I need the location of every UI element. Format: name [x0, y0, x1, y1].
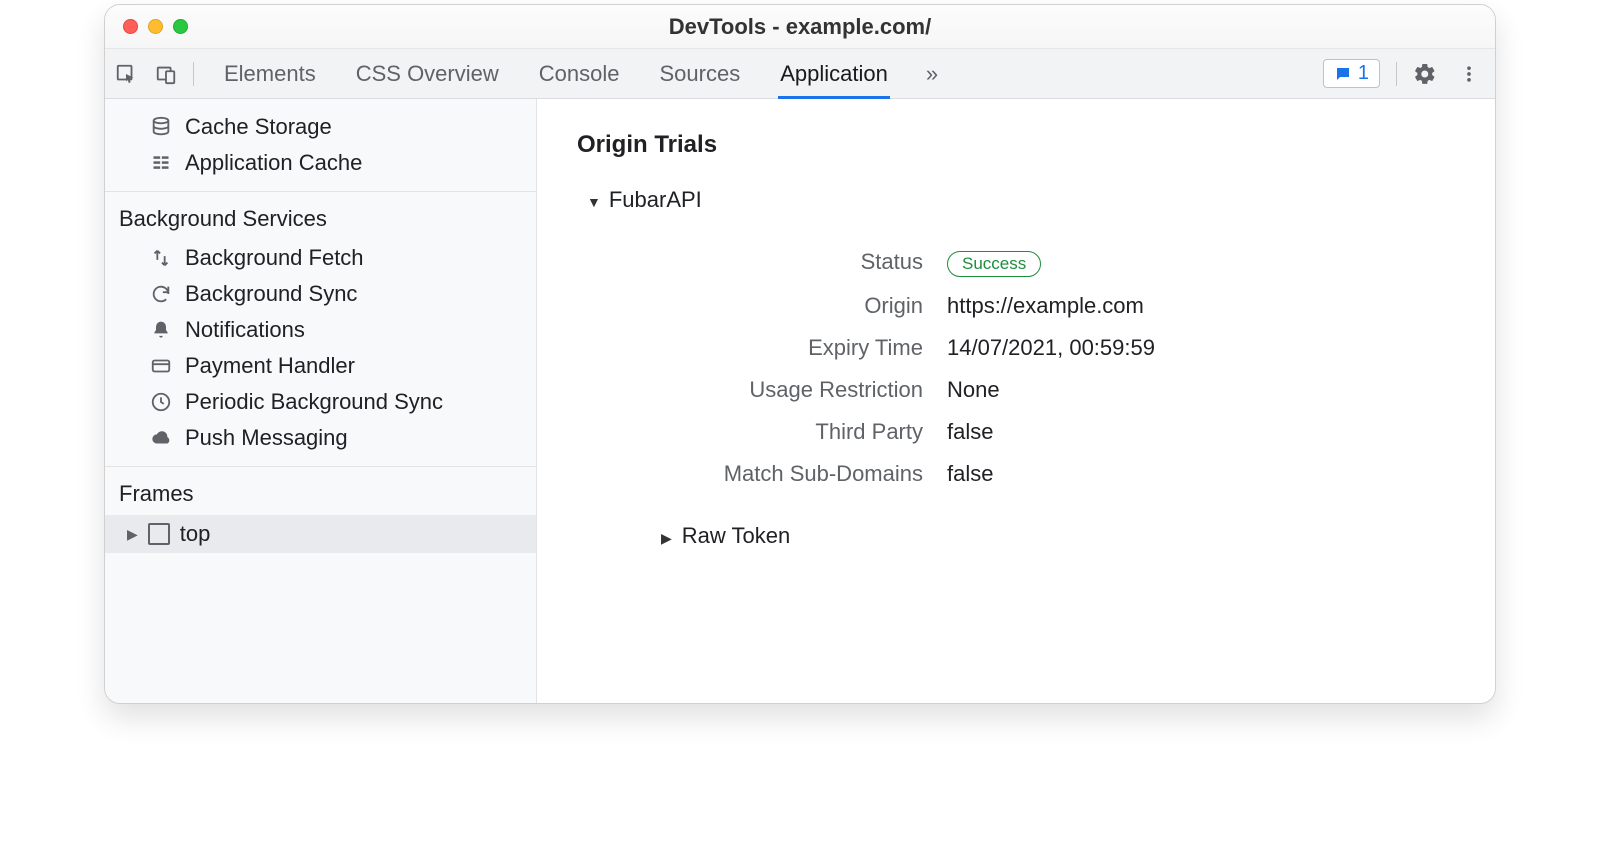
raw-token-label: Raw Token — [682, 523, 790, 549]
settings-icon[interactable] — [1413, 62, 1437, 86]
origin-trial-name: FubarAPI — [609, 187, 702, 213]
sidebar-item-application-cache[interactable]: Application Cache — [105, 145, 536, 181]
window-title: DevTools - example.com/ — [105, 14, 1495, 40]
devtools-toolbar: Elements CSS Overview Console Sources Ap… — [105, 49, 1495, 99]
bell-icon — [149, 318, 173, 342]
sidebar-item-label: Cache Storage — [185, 114, 332, 140]
sidebar-item-label: Background Sync — [185, 281, 357, 307]
issues-count: 1 — [1358, 62, 1369, 85]
application-sidebar: Cache Storage Application Cache — [105, 99, 537, 703]
status-badge: Success — [947, 251, 1041, 277]
origin-trial-node: FubarAPI Status Success Origin https://e… — [587, 187, 1455, 549]
issues-icon — [1334, 65, 1352, 83]
devtools-window: DevTools - example.com/ Elements CSS Ove… — [104, 4, 1496, 704]
database-icon — [149, 115, 173, 139]
sidebar-item-label: Push Messaging — [185, 425, 348, 451]
sidebar-item-payment-handler[interactable]: Payment Handler — [105, 348, 536, 384]
clock-icon — [149, 390, 173, 414]
sidebar-item-periodic-sync[interactable]: Periodic Background Sync — [105, 384, 536, 420]
background-services-group: Background Services Background Fetch — [105, 192, 536, 467]
sidebar-item-cache-storage[interactable]: Cache Storage — [105, 109, 536, 145]
sidebar-heading: Background Services — [105, 202, 536, 240]
field-value-usage: None — [947, 377, 1155, 403]
sidebar-item-label: top — [180, 521, 211, 547]
more-tabs-icon[interactable]: » — [926, 61, 938, 87]
toolbar-divider — [1396, 62, 1397, 86]
caret-down-icon — [587, 187, 601, 213]
credit-card-icon — [149, 354, 173, 378]
tab-sources[interactable]: Sources — [657, 49, 742, 99]
field-label-origin: Origin — [677, 293, 947, 319]
sidebar-item-push-messaging[interactable]: Push Messaging — [105, 420, 536, 456]
field-value-third-party: false — [947, 419, 1155, 445]
frames-group: Frames ▶ top — [105, 467, 536, 553]
sidebar-item-label: Background Fetch — [185, 245, 364, 271]
field-value-expiry: 14/07/2021, 00:59:59 — [947, 335, 1155, 361]
issues-badge[interactable]: 1 — [1323, 59, 1380, 88]
sidebar-item-label: Periodic Background Sync — [185, 389, 443, 415]
sync-icon — [149, 282, 173, 306]
sidebar-item-background-fetch[interactable]: Background Fetch — [105, 240, 536, 276]
tab-label: Elements — [224, 61, 316, 87]
kebab-menu-icon[interactable] — [1459, 62, 1479, 86]
tab-label: Application — [780, 61, 888, 87]
sidebar-item-background-sync[interactable]: Background Sync — [105, 276, 536, 312]
sidebar-item-notifications[interactable]: Notifications — [105, 312, 536, 348]
tab-console[interactable]: Console — [537, 49, 622, 99]
field-label-sub-domains: Match Sub-Domains — [677, 461, 947, 487]
field-label-status: Status — [677, 249, 947, 277]
section-heading: Origin Trials — [577, 131, 1455, 159]
origin-trial-details: Status Success Origin https://example.co… — [677, 233, 1155, 503]
toolbar-divider — [193, 62, 194, 86]
tab-application[interactable]: Application — [778, 49, 890, 99]
origin-trial-toggle[interactable]: FubarAPI — [587, 187, 1455, 213]
tab-label: Console — [539, 61, 620, 87]
cloud-icon — [149, 426, 173, 450]
sidebar-item-label: Application Cache — [185, 150, 362, 176]
sidebar-item-label: Notifications — [185, 317, 305, 343]
field-label-expiry: Expiry Time — [677, 335, 947, 361]
field-value-origin: https://example.com — [947, 293, 1155, 319]
tab-css-overview[interactable]: CSS Overview — [354, 49, 501, 99]
grid-icon — [149, 151, 173, 175]
sidebar-heading: Frames — [105, 477, 536, 515]
fetch-icon — [149, 246, 173, 270]
field-value-sub-domains: false — [947, 461, 1155, 487]
panel-tabs: Elements CSS Overview Console Sources Ap… — [222, 49, 938, 99]
tab-label: Sources — [659, 61, 740, 87]
sidebar-item-label: Payment Handler — [185, 353, 355, 379]
expand-arrow-icon[interactable]: ▶ — [127, 526, 138, 543]
field-label-usage: Usage Restriction — [677, 377, 947, 403]
inspect-element-icon[interactable] — [115, 63, 137, 85]
device-toolbar-icon[interactable] — [155, 63, 177, 85]
tab-label: CSS Overview — [356, 61, 499, 87]
caret-right-icon — [661, 523, 672, 549]
field-label-third-party: Third Party — [677, 419, 947, 445]
frame-icon — [148, 523, 170, 545]
titlebar: DevTools - example.com/ — [105, 5, 1495, 49]
tab-elements[interactable]: Elements — [222, 49, 318, 99]
raw-token-toggle[interactable]: Raw Token — [661, 523, 1455, 549]
main-pane: Origin Trials FubarAPI Status Success Or… — [537, 99, 1495, 703]
cache-group: Cache Storage Application Cache — [105, 99, 536, 192]
sidebar-item-frame-top[interactable]: ▶ top — [105, 515, 536, 553]
